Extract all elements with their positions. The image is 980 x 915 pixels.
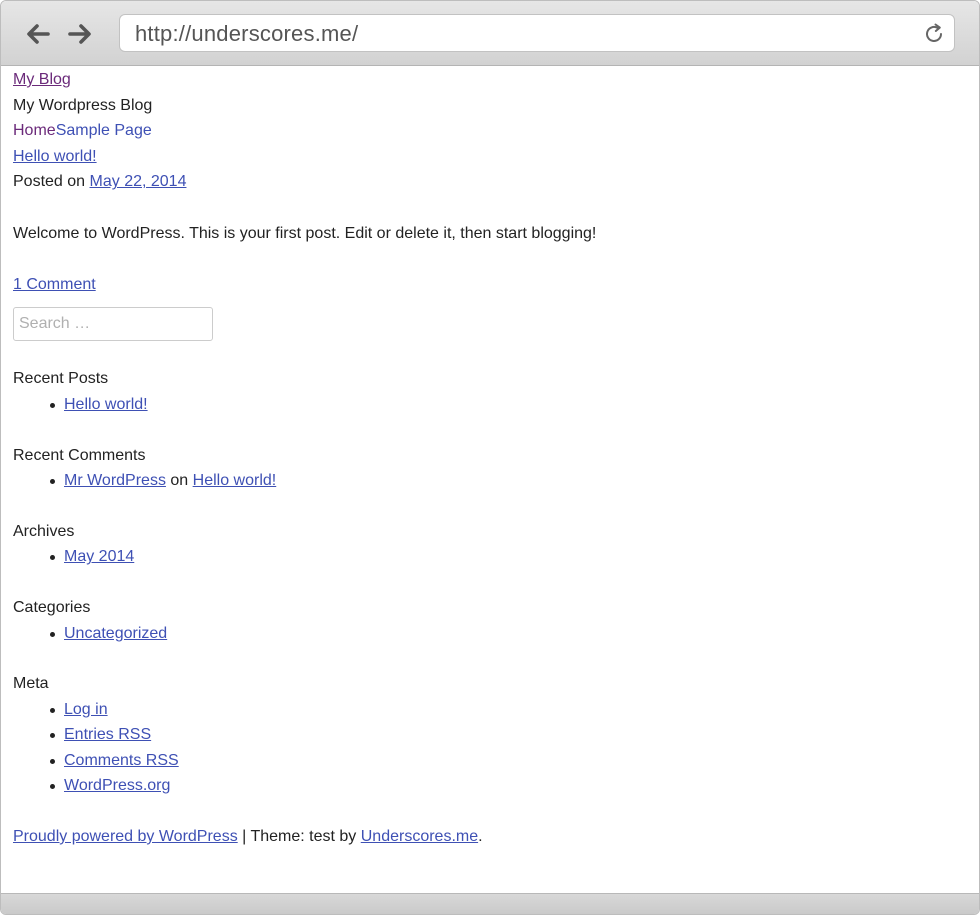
category-link[interactable]: Uncategorized xyxy=(64,625,167,642)
widget-title-meta: Meta xyxy=(13,675,49,693)
widget-recent-comments: Recent Comments Mr WordPress on Hello wo… xyxy=(13,443,979,494)
meta-comments-rss-link[interactable]: Comments RSS xyxy=(64,752,179,769)
categories-list: Uncategorized xyxy=(13,621,979,647)
widget-categories: Categories Uncategorized xyxy=(13,595,979,646)
list-item: Uncategorized xyxy=(50,621,979,647)
widget-archives: Archives May 2014 xyxy=(13,519,979,570)
theme-author-link[interactable]: Underscores.me xyxy=(361,828,478,845)
list-item: Mr WordPress on Hello world! xyxy=(50,468,979,494)
browser-toolbar: http://underscores.me/ xyxy=(1,1,979,66)
recent-comments-list: Mr WordPress on Hello world! xyxy=(13,468,979,494)
footer-end: . xyxy=(478,828,483,846)
list-item: WordPress.org xyxy=(50,773,979,799)
post-body: Welcome to WordPress. This is your first… xyxy=(13,224,597,242)
comment-author-link[interactable]: Mr WordPress xyxy=(64,472,166,489)
list-item: Entries RSS xyxy=(50,722,979,748)
recent-posts-list: Hello world! xyxy=(13,392,979,418)
list-item: May 2014 xyxy=(50,544,979,570)
widget-title-archives: Archives xyxy=(13,522,75,540)
meta-wordpress-org-link[interactable]: WordPress.org xyxy=(64,777,170,794)
comments-link[interactable]: 1 Comment xyxy=(13,276,96,293)
browser-bottom-bar xyxy=(1,893,979,914)
archive-link[interactable]: May 2014 xyxy=(64,548,134,565)
posted-on-label: Posted on xyxy=(13,173,86,191)
menu-item-home[interactable]: Home xyxy=(13,122,56,139)
widget-title-recent-posts: Recent Posts xyxy=(13,370,109,388)
meta-entries-rss-link[interactable]: Entries RSS xyxy=(64,726,151,743)
main-navigation: HomeSample Page xyxy=(13,118,979,144)
address-bar[interactable]: http://underscores.me/ xyxy=(119,14,955,52)
site-footer: Proudly powered by WordPress | Theme: te… xyxy=(13,824,979,850)
powered-by-link[interactable]: Proudly powered by WordPress xyxy=(13,828,238,845)
search-input[interactable] xyxy=(13,307,213,342)
comment-on-label: on xyxy=(170,472,189,490)
page-content: My Blog My Wordpress Blog HomeSample Pag… xyxy=(13,67,979,850)
footer-separator: | Theme: test by xyxy=(237,828,361,846)
address-url[interactable]: http://underscores.me/ xyxy=(135,21,358,47)
recent-post-link[interactable]: Hello world! xyxy=(64,396,148,413)
site-title-link[interactable]: My Blog xyxy=(13,71,71,88)
post-meta: Posted on May 22, 2014 xyxy=(13,169,979,195)
meta-login-link[interactable]: Log in xyxy=(64,701,108,718)
widget-title-categories: Categories xyxy=(13,598,91,616)
post-date-link[interactable]: May 22, 2014 xyxy=(90,173,187,190)
widget-recent-posts: Recent Posts Hello world! xyxy=(13,366,979,417)
forward-arrow-icon[interactable] xyxy=(65,19,95,49)
browser-window: http://underscores.me/ My Blog My Wordpr… xyxy=(0,0,980,915)
archives-list: May 2014 xyxy=(13,544,979,570)
list-item: Hello world! xyxy=(50,392,979,418)
widget-title-recent-comments: Recent Comments xyxy=(13,446,146,464)
widget-meta: Meta Log in Entries RSS Comments RSS Wor… xyxy=(13,671,979,799)
list-item: Comments RSS xyxy=(50,748,979,774)
post-title-link[interactable]: Hello world! xyxy=(13,148,97,165)
list-item: Log in xyxy=(50,697,979,723)
back-arrow-icon[interactable] xyxy=(23,19,53,49)
reload-icon[interactable] xyxy=(922,22,946,46)
meta-list: Log in Entries RSS Comments RSS WordPres… xyxy=(13,697,979,799)
menu-item-sample-page[interactable]: Sample Page xyxy=(56,122,152,139)
site-description: My Wordpress Blog xyxy=(13,96,153,114)
comment-post-link[interactable]: Hello world! xyxy=(193,472,277,489)
